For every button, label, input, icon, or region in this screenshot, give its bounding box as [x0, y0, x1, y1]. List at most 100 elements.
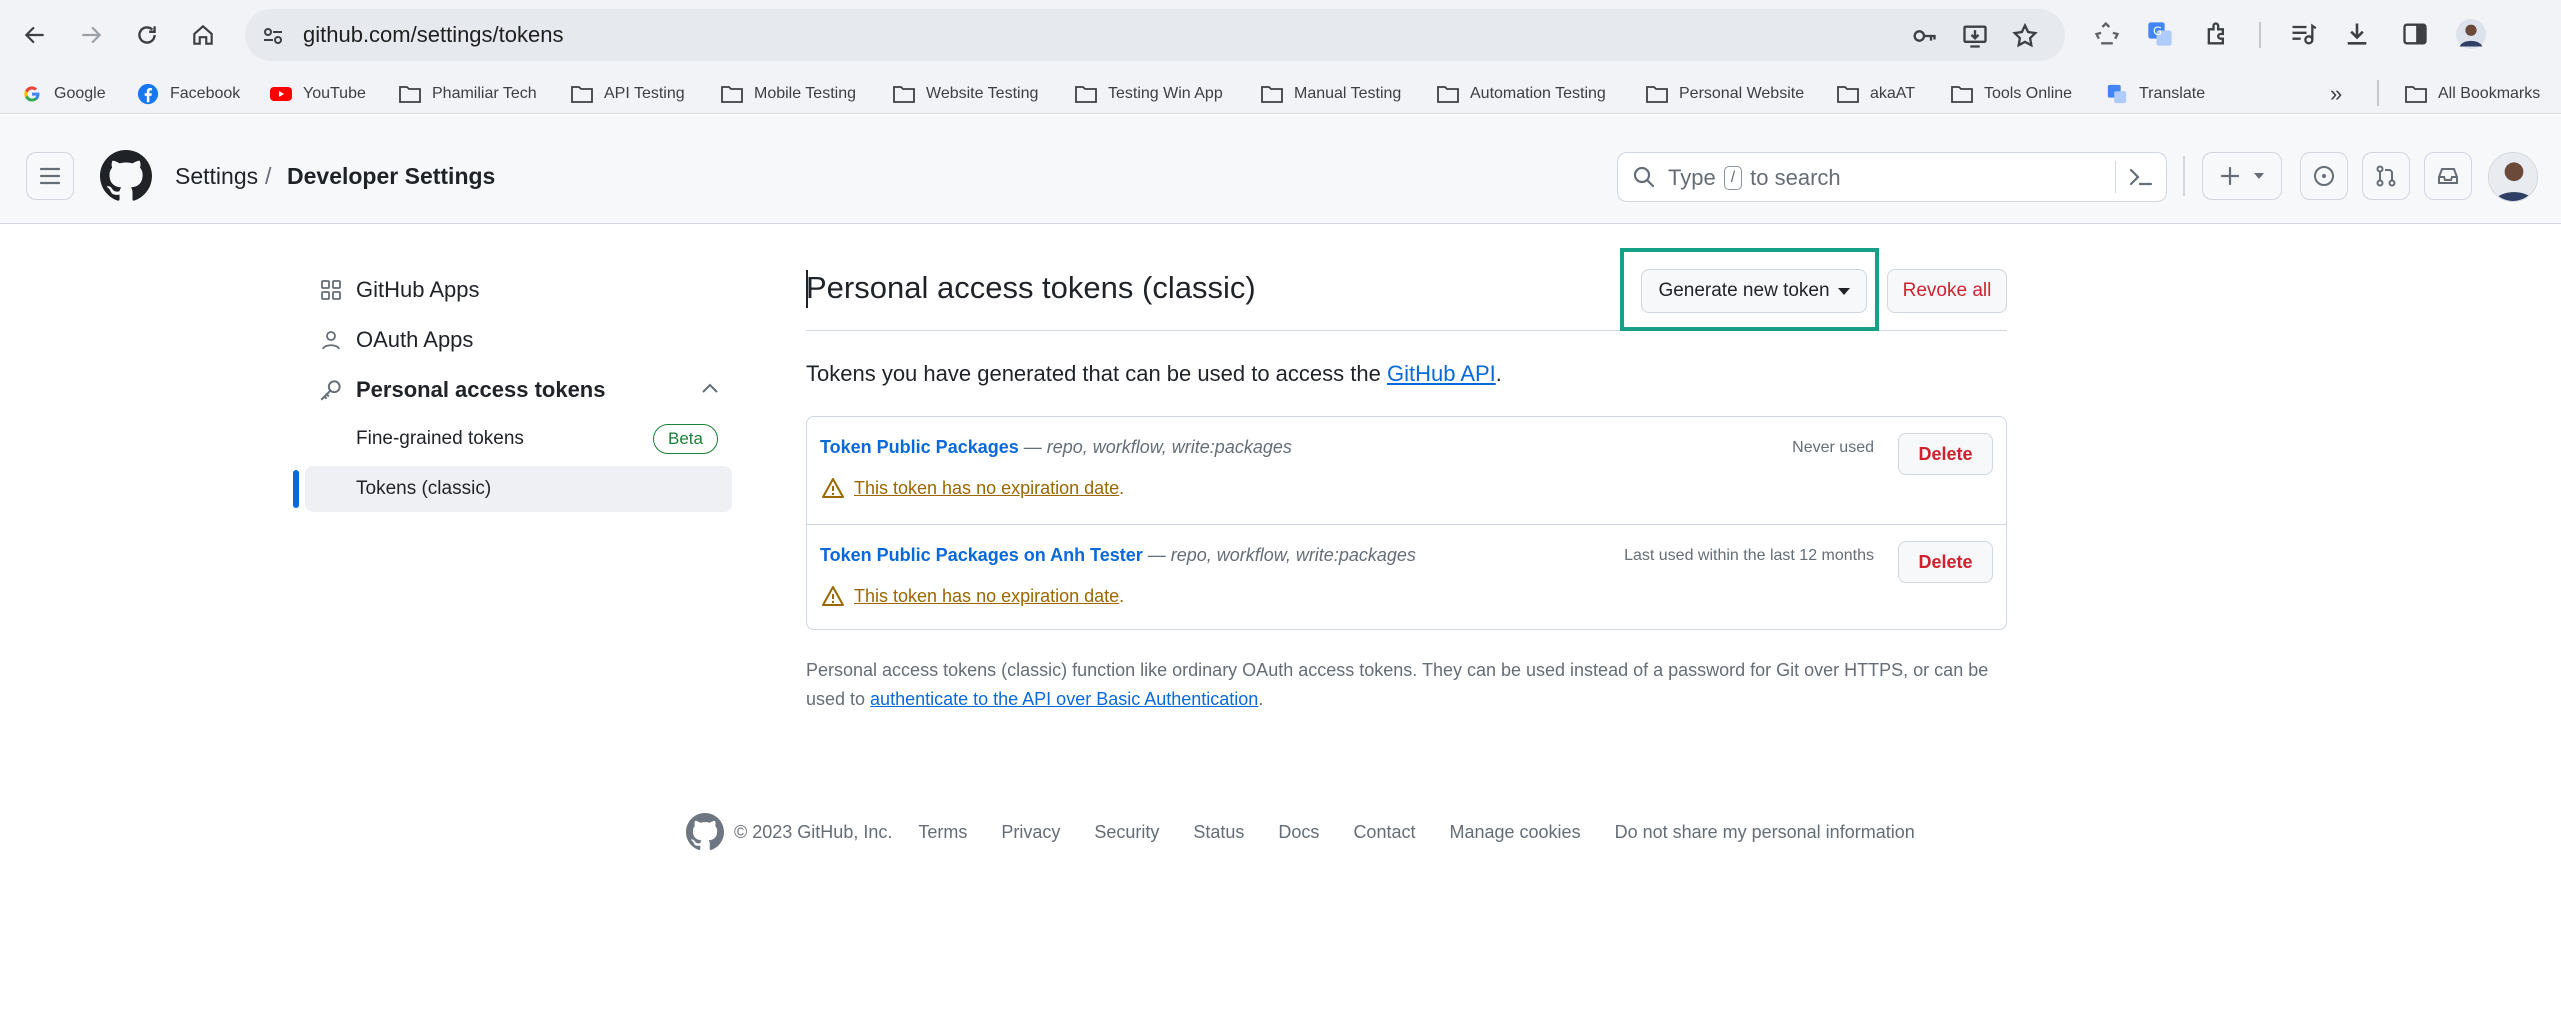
folder-icon — [720, 82, 744, 106]
pull-requests-button[interactable] — [2362, 152, 2410, 200]
bookmark-phamiliar-tech[interactable]: Phamiliar Tech — [398, 80, 537, 108]
bookmark-label: Tools Online — [1984, 85, 2073, 102]
bookmark-automation-testing[interactable]: Automation Testing — [1436, 80, 1606, 108]
site-settings-icon[interactable] — [259, 22, 287, 50]
bookmarks-divider — [2377, 80, 2379, 106]
google-translate-extension-icon[interactable]: G — [2144, 18, 2176, 50]
sidebar-item-tokens-classic[interactable]: Tokens (classic) — [305, 466, 732, 512]
footer-link-security[interactable]: Security — [1094, 822, 1159, 843]
sidebar-item-personal-access-tokens[interactable]: Personal access tokens — [316, 375, 720, 405]
token-name-link[interactable]: Token Public Packages — [820, 437, 1019, 457]
sidebar-item-github-apps[interactable]: GitHub Apps — [316, 275, 480, 305]
command-palette-icon[interactable] — [2128, 165, 2154, 189]
user-avatar[interactable] — [2488, 152, 2538, 202]
bookmark-mobile-testing[interactable]: Mobile Testing — [720, 80, 856, 108]
media-queue-icon[interactable] — [2287, 18, 2319, 50]
token-name-link[interactable]: Token Public Packages on Anh Tester — [820, 545, 1143, 565]
sidebar-item-oauth-apps[interactable]: OAuth Apps — [316, 325, 473, 355]
forward-button[interactable] — [70, 14, 112, 56]
token-expiration-link[interactable]: This token has no expiration date — [854, 478, 1119, 499]
folder-icon — [892, 82, 916, 106]
folder-icon — [1645, 82, 1669, 106]
bookmark-api-testing[interactable]: API Testing — [570, 80, 685, 108]
footer-link-do-not-share[interactable]: Do not share my personal information — [1615, 822, 1915, 843]
search-input[interactable]: Type / to search — [1617, 152, 2167, 202]
chevron-up-icon[interactable] — [700, 381, 720, 395]
footer-link-manage-cookies[interactable]: Manage cookies — [1449, 822, 1580, 843]
bookmark-label: Phamiliar Tech — [432, 85, 537, 102]
menu-button[interactable] — [26, 152, 74, 200]
bookmark-label: Website Testing — [926, 85, 1039, 102]
recycle-extension-icon[interactable] — [2091, 18, 2123, 50]
github-logo-icon[interactable] — [686, 813, 724, 851]
folder-icon — [1074, 82, 1098, 106]
token-row: Token Public Packages on Anh Tester — re… — [807, 524, 2006, 631]
person-icon — [316, 325, 346, 355]
all-bookmarks[interactable]: All Bookmarks — [2404, 80, 2540, 108]
bookmark-tools-online[interactable]: Tools Online — [1950, 80, 2072, 108]
bookmark-personal-website[interactable]: Personal Website — [1645, 80, 1804, 108]
token-row: Token Public Packages — repo, workflow, … — [807, 417, 2006, 524]
more-bookmarks-chevron[interactable]: » — [2330, 80, 2342, 108]
footer-link-privacy[interactable]: Privacy — [1001, 822, 1060, 843]
token-expiration-link[interactable]: This token has no expiration date — [854, 586, 1119, 607]
token-usage: Never used — [1792, 439, 1874, 456]
breadcrumb-current[interactable]: Developer Settings — [287, 163, 495, 190]
profile-avatar-icon[interactable] — [2455, 18, 2487, 50]
bookmark-label: Manual Testing — [1294, 85, 1402, 102]
basic-auth-link[interactable]: authenticate to the API over Basic Authe… — [870, 689, 1258, 709]
breadcrumb-settings[interactable]: Settings — [175, 163, 258, 190]
sidebar-item-label: Personal access tokens — [356, 377, 606, 402]
token-title: Token Public Packages — repo, workflow, … — [820, 437, 1292, 458]
footer-copyright: © 2023 GitHub, Inc. — [734, 821, 893, 842]
bookmark-manual-testing[interactable]: Manual Testing — [1260, 80, 1401, 108]
bookmark-translate[interactable]: Translate — [2105, 80, 2205, 108]
download-icon[interactable] — [2341, 18, 2373, 50]
github-logo-icon[interactable] — [100, 150, 152, 202]
reload-icon — [134, 22, 160, 48]
footer-link-terms[interactable]: Terms — [918, 822, 967, 843]
reload-button[interactable] — [126, 14, 168, 56]
bookmark-testing-win-app[interactable]: Testing Win App — [1074, 80, 1223, 108]
bookmark-akaat[interactable]: akaAT — [1836, 80, 1915, 108]
page-title: Personal access tokens (classic) — [806, 270, 1256, 305]
folder-icon — [2404, 82, 2428, 106]
issues-button[interactable] — [2300, 152, 2348, 200]
generate-new-token-label: Generate new token — [1658, 280, 1830, 301]
back-button[interactable] — [14, 14, 56, 56]
classic-token-note: Personal access tokens (classic) functio… — [806, 660, 1989, 709]
footer-link-docs[interactable]: Docs — [1278, 822, 1319, 843]
token-warning: This token has no expiration date. — [820, 475, 1124, 501]
header-divider — [2183, 156, 2185, 196]
side-panel-icon[interactable] — [2399, 18, 2431, 50]
bookmark-youtube[interactable]: YouTube — [269, 80, 366, 108]
token-scopes: — repo, workflow, write:packages — [1018, 437, 1292, 457]
sidebar-item-fine-grained-tokens[interactable]: Fine-grained tokens Beta — [305, 416, 732, 462]
install-app-icon[interactable] — [1961, 22, 1989, 50]
address-bar[interactable]: github.com/settings/tokens — [245, 9, 2065, 61]
star-bookmark-icon[interactable] — [2011, 22, 2039, 50]
github-api-link[interactable]: GitHub API — [1387, 361, 1496, 386]
search-icon — [1632, 165, 1656, 189]
generate-new-token-button[interactable]: Generate new token — [1641, 269, 1867, 313]
home-button[interactable] — [182, 14, 224, 56]
footer-link-contact[interactable]: Contact — [1353, 822, 1415, 843]
github-header: Settings / Developer Settings Type / to … — [0, 115, 2561, 224]
password-key-icon[interactable] — [1910, 22, 1938, 50]
inbox-button[interactable] — [2424, 152, 2472, 200]
url-text[interactable]: github.com/settings/tokens — [303, 22, 563, 48]
revoke-all-button[interactable]: Revoke all — [1887, 269, 2007, 313]
bookmark-website-testing[interactable]: Website Testing — [892, 80, 1038, 108]
delete-token-button[interactable]: Delete — [1898, 541, 1993, 583]
create-new-button[interactable] — [2202, 152, 2282, 200]
bookmark-facebook[interactable]: Facebook — [136, 80, 240, 108]
pull-request-icon — [2374, 164, 2398, 188]
folder-icon — [1260, 82, 1284, 106]
delete-token-button[interactable]: Delete — [1898, 433, 1993, 475]
bookmark-label: Google — [54, 85, 106, 102]
bookmark-label: Automation Testing — [1470, 85, 1606, 102]
home-icon — [190, 22, 216, 48]
footer-link-status[interactable]: Status — [1193, 822, 1244, 843]
bookmark-google[interactable]: Google — [20, 80, 106, 108]
extensions-puzzle-icon[interactable] — [2201, 18, 2233, 50]
